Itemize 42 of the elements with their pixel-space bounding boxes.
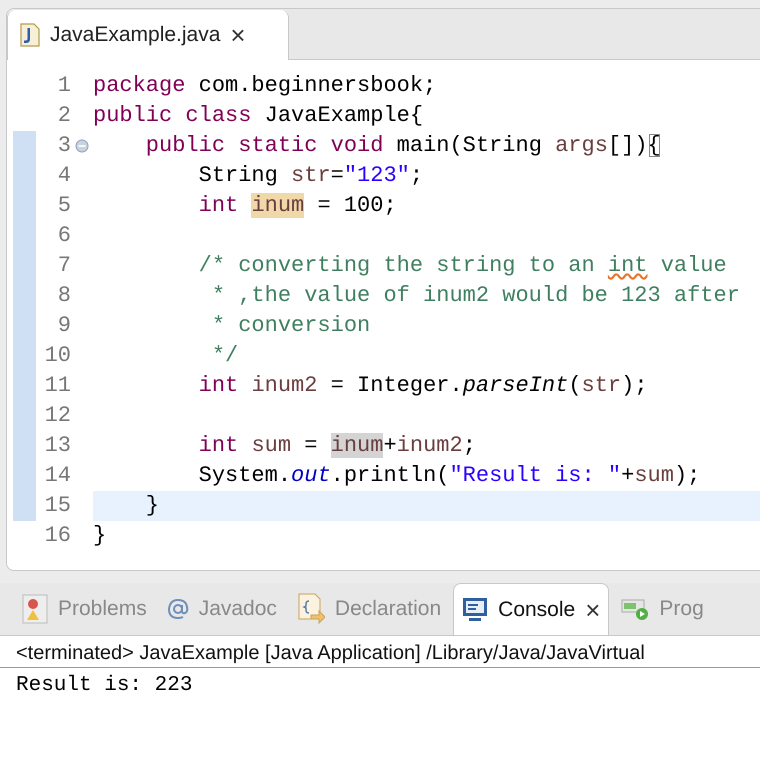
line-number: 1 — [56, 72, 71, 100]
console-header: <terminated> JavaExample [Java Application] /Library/Java/JavaVirtual — [0, 636, 760, 668]
code-line: } — [93, 523, 106, 548]
line-number: 16 — [44, 522, 71, 550]
code-line: public static void main(String args[]){ — [144, 133, 661, 158]
line-number: 5 — [56, 192, 71, 220]
code-line: int inum2 = Integer.parseInt(str); — [198, 373, 648, 398]
editor-tab[interactable]: JavaExample.java × — [7, 10, 289, 60]
at-sign-icon — [166, 598, 189, 620]
code-line: int sum = inum+inum2; — [198, 433, 476, 458]
code-line: /* converting the string to an int value — [198, 253, 727, 278]
line-number: 12 — [44, 402, 71, 430]
line-number: 2 — [56, 102, 71, 130]
code-line: */ — [210, 343, 238, 368]
problems-icon — [22, 594, 48, 624]
code-line: public class JavaExample{ — [93, 103, 424, 128]
code-line: System.out.println("Result is: "+sum); — [198, 463, 700, 488]
console-icon — [462, 596, 488, 622]
line-number: 10 — [44, 342, 71, 370]
view-tab[interactable]: Console × — [453, 583, 610, 635]
line-number: 13 — [44, 432, 71, 460]
line-number: 15 — [44, 492, 71, 520]
java-file-icon — [20, 23, 40, 47]
line-number: 11 — [44, 372, 71, 400]
line-number: 6 — [56, 222, 71, 250]
line-number: 4 — [56, 162, 71, 190]
code-line: * ,the value of inum2 would be 123 after — [210, 283, 740, 308]
line-number: 8 — [56, 282, 71, 310]
declaration-icon — [296, 593, 325, 625]
code-line: String str="123"; — [198, 163, 424, 188]
code-line: package com.beginnersbook; — [93, 73, 436, 98]
close-icon[interactable]: × — [585, 596, 600, 622]
line-number: 7 — [56, 252, 71, 280]
code-line: } — [144, 493, 160, 518]
line-number: 9 — [56, 312, 71, 340]
line-number: 14 — [44, 462, 71, 490]
close-icon[interactable]: × — [230, 22, 246, 48]
collapse-icon[interactable] — [75, 139, 89, 153]
code-line: int inum = 100; — [198, 193, 397, 218]
console-output: Result is: 223 — [15, 673, 194, 697]
line-number: 3 — [56, 132, 71, 160]
code-line: * conversion — [210, 313, 370, 338]
